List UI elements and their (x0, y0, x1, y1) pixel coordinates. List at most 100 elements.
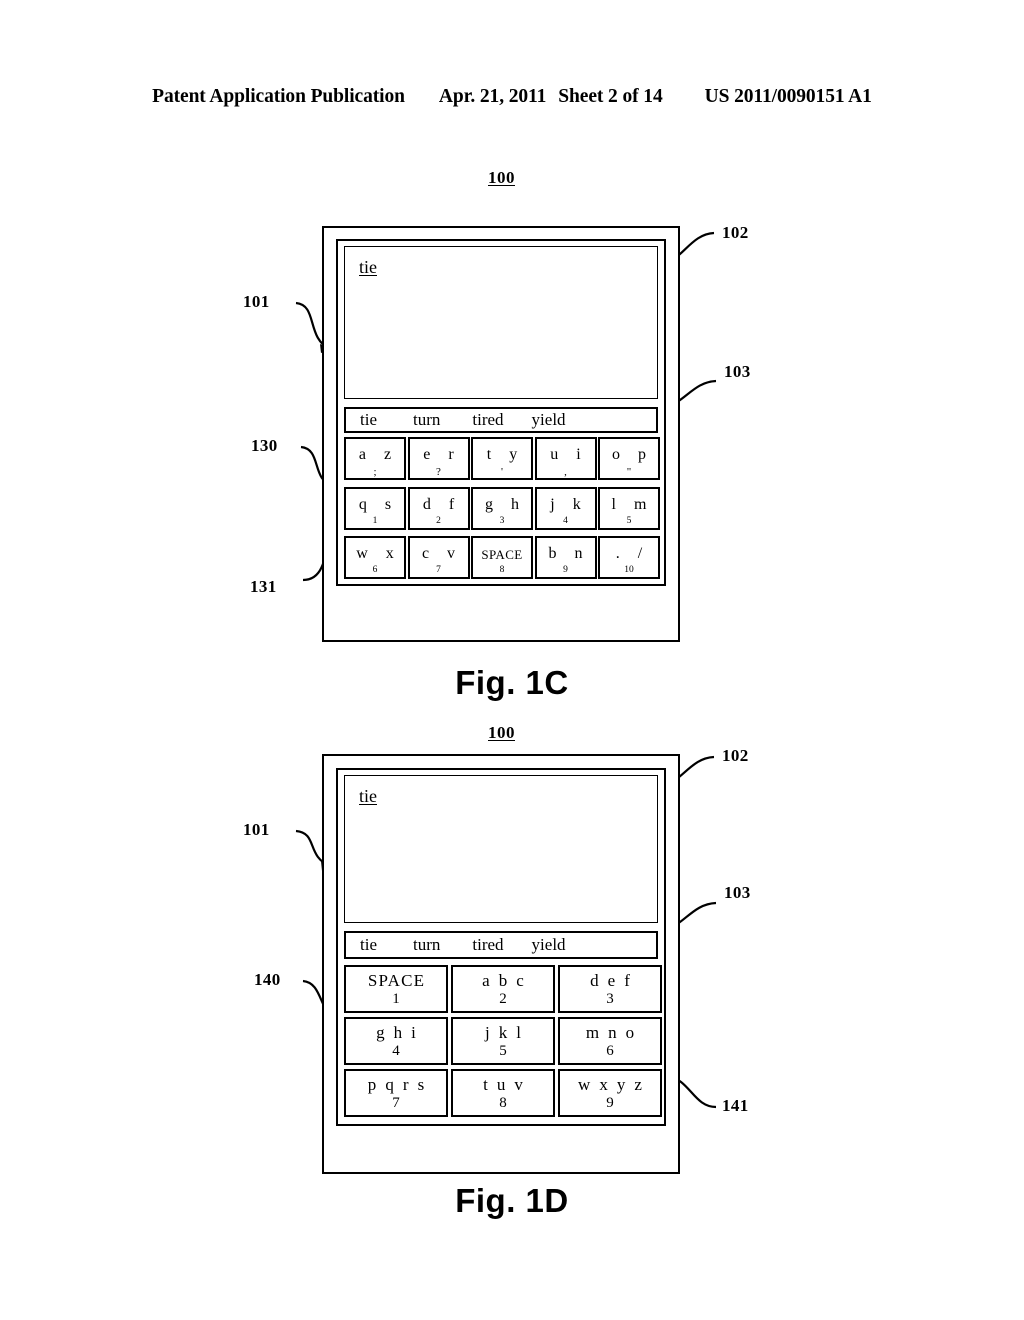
key-period-slash[interactable]: . / 10 (598, 536, 660, 579)
text-display-area-fig1d[interactable]: tie (344, 775, 658, 923)
key-sublabel: 4 (563, 515, 568, 526)
key-sublabel: 7 (436, 565, 441, 575)
key-sublabel: 10 (624, 565, 634, 575)
callout-141-fig1d: 141 (722, 1096, 749, 1115)
suggestion-bar-fig1c[interactable]: tie turn tired yield (344, 407, 658, 433)
keypad-row-2: g h i 4 j k l 5 m n o 6 (344, 1017, 662, 1065)
keypad-key-2[interactable]: a b c 2 (451, 965, 555, 1013)
key-glyphs: d f (422, 495, 462, 513)
key-er[interactable]: e r ? (407, 437, 470, 480)
callout-101-fig1c: 101 (243, 292, 270, 311)
keypad-key-digit: 3 (606, 991, 614, 1007)
keypad-key-letters: t u v (483, 1075, 526, 1094)
keypad-key-6[interactable]: m n o 6 (558, 1017, 662, 1065)
keypad-key-digit: 6 (606, 1043, 614, 1059)
page-header: Patent Application Publication Apr. 21, 2… (0, 86, 1024, 108)
keypad-key-digit: 4 (392, 1043, 400, 1059)
keypad-key-digit: 5 (499, 1043, 507, 1059)
keypad-key-1[interactable]: SPACE 1 (344, 965, 448, 1013)
key-az[interactable]: a z ; (344, 437, 406, 480)
telephone-keypad-fig1d[interactable]: SPACE 1 a b c 2 d e f 3 g h i 4 j k l 5 … (344, 965, 662, 1117)
key-sublabel: 2 (436, 515, 441, 526)
keypad-key-digit: 8 (499, 1095, 507, 1111)
keypad-key-letters: a b c (482, 971, 527, 990)
keypad-row-1: SPACE 1 a b c 2 d e f 3 (344, 965, 662, 1013)
keypad-key-letters: p q r s (367, 1075, 427, 1094)
key-op[interactable]: o p " (598, 437, 660, 480)
keyboard-row-3: w x 6 c v 7 SPACE 8 b n 9 . / 10 (344, 536, 660, 579)
suggestion-item[interactable]: yield (532, 935, 566, 955)
key-lm[interactable]: l m 5 (598, 486, 660, 530)
text-display-value-fig1d: tie (359, 786, 377, 806)
keypad-key-digit: 1 (392, 991, 400, 1007)
device-screen-fig1d: tie tie turn tired yield SPACE 1 a b c 2… (336, 768, 666, 1126)
device-housing-fig1c: tie tie turn tired yield a z ; e r ? t y… (322, 226, 680, 642)
key-glyphs: w x (356, 545, 401, 562)
key-jk[interactable]: j k 4 (534, 486, 597, 530)
key-df[interactable]: d f 2 (407, 486, 470, 530)
key-sublabel: , (564, 466, 567, 478)
key-glyphs: t y (486, 446, 525, 463)
suggestion-item[interactable]: turn (413, 935, 440, 955)
keypad-key-letters: g h i (376, 1023, 419, 1042)
suggestion-item[interactable]: tired (472, 935, 503, 955)
keypad-key-9[interactable]: w x y z 9 (558, 1069, 662, 1117)
device-screen-fig1c: tie tie turn tired yield a z ; e r ? t y… (336, 239, 666, 586)
keypad-key-letters: d e f (590, 971, 633, 990)
reference-100-fig1c: 100 (488, 168, 515, 187)
header-publication: Patent Application Publication (152, 86, 405, 107)
key-ty[interactable]: t y ' (471, 437, 533, 480)
keypad-key-4[interactable]: g h i 4 (344, 1017, 448, 1065)
key-sublabel: 8 (499, 565, 505, 575)
keypad-key-digit: 9 (606, 1095, 614, 1111)
key-bn[interactable]: b n 9 (534, 536, 597, 579)
callout-102-fig1d: 102 (722, 746, 749, 765)
callout-131-fig1c: 131 (250, 577, 277, 596)
header-doc-number: US 2011/0090151 A1 (704, 86, 872, 107)
keypad-key-letters: w x y z (578, 1075, 645, 1094)
key-wx[interactable]: w x 6 (344, 536, 406, 579)
keypad-key-digit: 2 (499, 991, 507, 1007)
key-sublabel: 9 (563, 565, 568, 575)
key-glyphs: q s (358, 495, 399, 513)
keypad-row-3: p q r s 7 t u v 8 w x y z 9 (344, 1069, 662, 1117)
key-space[interactable]: SPACE 8 (471, 536, 533, 579)
suggestion-item[interactable]: yield (532, 410, 566, 430)
figure-caption-1d: Fig. 1D (455, 1182, 569, 1219)
text-display-value-fig1c: tie (359, 257, 377, 277)
key-glyphs: u i (550, 446, 588, 463)
key-cv[interactable]: c v 7 (407, 536, 470, 579)
key-sublabel: ; (373, 466, 377, 478)
callout-140-fig1d: 140 (254, 970, 281, 989)
callout-103-fig1d: 103 (724, 883, 751, 902)
key-sublabel: " (626, 466, 632, 478)
reduced-keyboard-fig1c[interactable]: a z ; e r ? t y ' u i , o p " q s 1 d f … (344, 437, 660, 579)
key-gh[interactable]: g h 3 (471, 486, 533, 530)
key-glyphs: o p (612, 446, 653, 463)
suggestion-item[interactable]: tired (472, 410, 503, 430)
key-sublabel: 6 (372, 565, 378, 575)
device-housing-fig1d: tie tie turn tired yield SPACE 1 a b c 2… (322, 754, 680, 1174)
callout-130-fig1c: 130 (251, 436, 278, 455)
key-glyphs: . / (615, 545, 650, 562)
header-date: Apr. 21, 2011 (438, 86, 547, 107)
key-qs[interactable]: q s 1 (344, 486, 406, 530)
keypad-key-7[interactable]: p q r s 7 (344, 1069, 448, 1117)
key-glyphs: c v (421, 545, 463, 562)
key-ui[interactable]: u i , (534, 437, 597, 480)
key-glyphs: l m (611, 495, 654, 513)
suggestion-bar-fig1d[interactable]: tie turn tired yield (344, 931, 658, 959)
keypad-key-letters: SPACE (367, 971, 426, 990)
suggestion-item[interactable]: tie (360, 935, 377, 955)
keypad-key-8[interactable]: t u v 8 (451, 1069, 555, 1117)
suggestion-item[interactable]: tie (360, 410, 377, 430)
keypad-key-5[interactable]: j k l 5 (451, 1017, 555, 1065)
keypad-key-3[interactable]: d e f 3 (558, 965, 662, 1013)
text-display-area-fig1c[interactable]: tie (344, 246, 658, 399)
keyboard-row-2: q s 1 d f 2 g h 3 j k 4 l m 5 (344, 486, 660, 530)
key-glyphs: b n (548, 545, 590, 562)
callout-103-fig1c: 103 (724, 362, 751, 381)
key-sublabel: 5 (626, 515, 632, 526)
callout-102-fig1c: 102 (722, 223, 749, 242)
suggestion-item[interactable]: turn (413, 410, 440, 430)
